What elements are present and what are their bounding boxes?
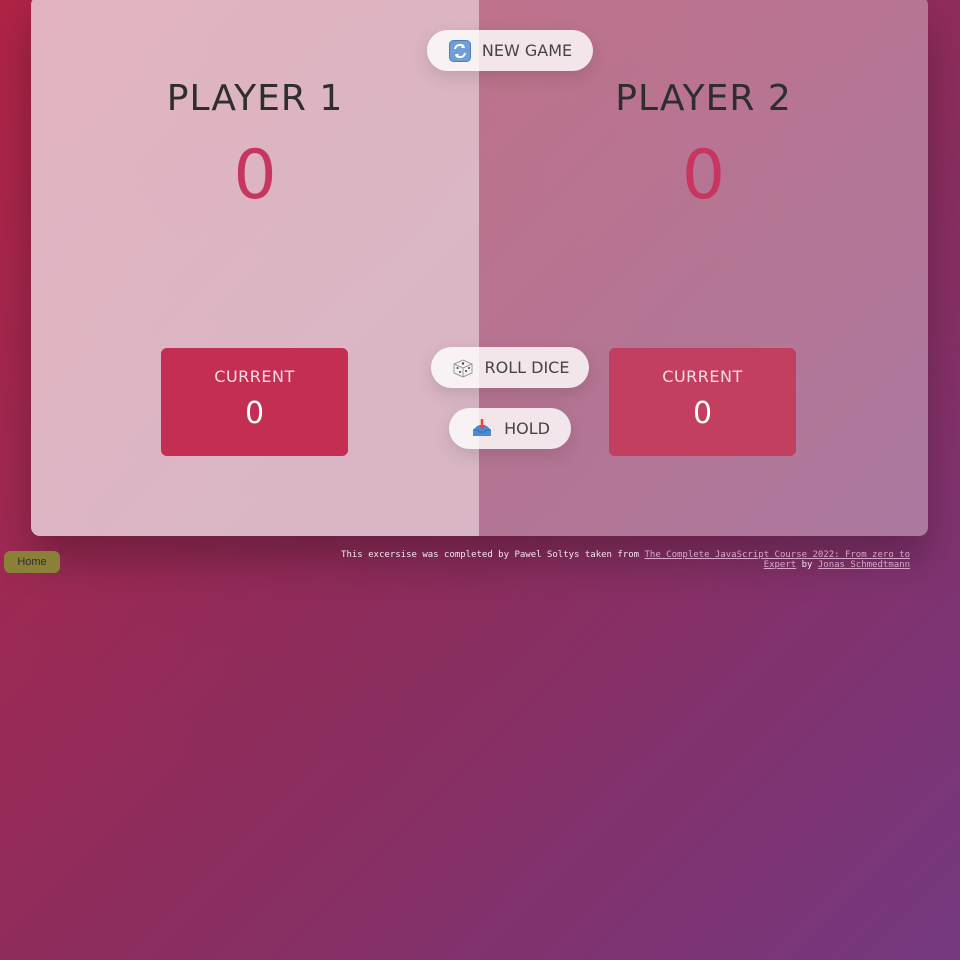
player-1-current-label: CURRENT: [214, 367, 295, 386]
credit-prefix: This excersise was completed by Pawel So…: [341, 550, 645, 560]
hold-button[interactable]: HOLD: [449, 408, 571, 449]
roll-dice-button[interactable]: ROLL DICE: [431, 347, 589, 388]
player-1-name: PLAYER 1: [166, 78, 344, 119]
player-1-score: 0: [233, 136, 277, 215]
credit-by: by: [796, 560, 818, 570]
home-button[interactable]: Home: [4, 551, 60, 573]
game-board: PLAYER 1 0 CURRENT 0 PLAYER 2 0 CURRENT …: [31, 0, 928, 536]
player-2-current-box: CURRENT 0: [609, 348, 796, 456]
hold-label: HOLD: [504, 419, 550, 438]
dice-icon: [451, 356, 475, 380]
player-2-current-score: 0: [692, 396, 713, 431]
credit-text: This excersise was completed by Pawel So…: [310, 550, 910, 570]
player-2-panel: PLAYER 2 0 CURRENT 0: [479, 0, 928, 536]
roll-dice-label: ROLL DICE: [484, 358, 570, 377]
inbox-tray-icon: [470, 417, 494, 441]
refresh-icon: [448, 39, 472, 63]
player-2-current-label: CURRENT: [662, 367, 743, 386]
new-game-button[interactable]: NEW GAME: [427, 30, 593, 71]
player-2-name: PLAYER 2: [615, 78, 792, 119]
author-link[interactable]: Jonas Schmedtmann: [818, 560, 910, 570]
player-1-panel: PLAYER 1 0 CURRENT 0: [31, 0, 479, 536]
player-1-current-score: 0: [244, 396, 265, 431]
new-game-label: NEW GAME: [481, 41, 573, 60]
player-2-score: 0: [681, 136, 726, 215]
player-1-current-box: CURRENT 0: [161, 348, 348, 456]
